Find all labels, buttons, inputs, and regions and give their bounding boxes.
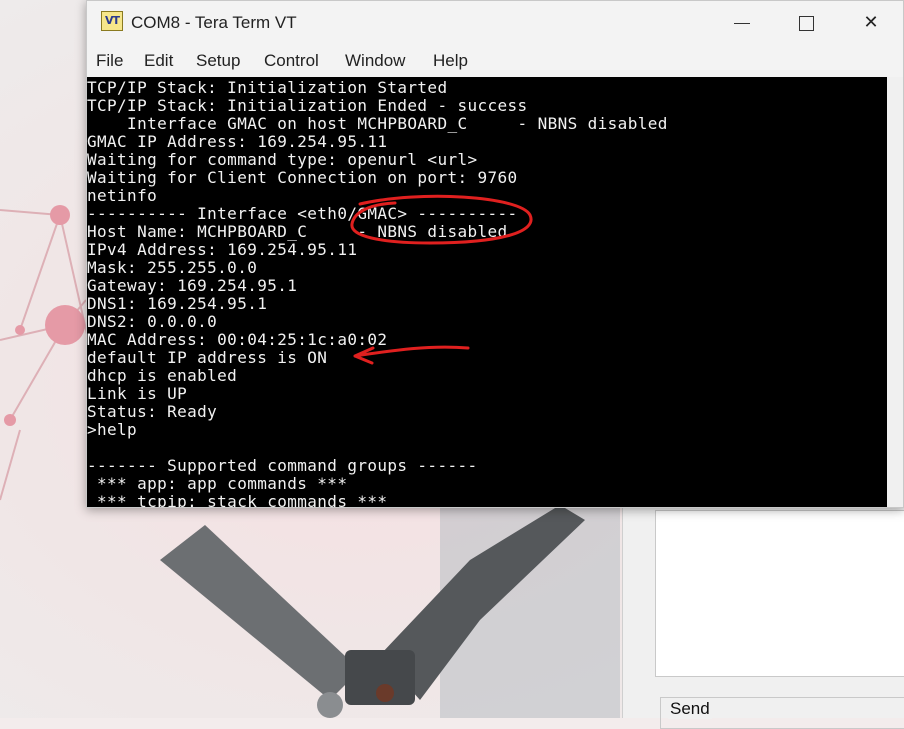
title-bar[interactable]: VT COM8 - Tera Term VT ✕	[87, 1, 903, 45]
terminal-line: *** tcpip: stack commands ***	[87, 492, 388, 507]
terminal-scrollbar[interactable]	[887, 77, 903, 507]
window-title: COM8 - Tera Term VT	[131, 13, 297, 32]
minimize-button[interactable]	[711, 1, 775, 45]
terminal-line: default IP address is ON	[87, 348, 328, 367]
close-icon: ✕	[863, 12, 879, 33]
terminal-output[interactable]: TCP/IP Stack: Initialization Started TCP/…	[87, 77, 887, 507]
menu-help[interactable]: Help	[433, 51, 468, 71]
terminal-line: netinfo	[87, 186, 158, 205]
menu-file[interactable]: File	[96, 51, 123, 71]
terminal-line: Mask: 255.255.0.0	[87, 258, 258, 277]
terminal-line: Host Name: MCHPBOARD_C - NBNS disabled	[87, 222, 508, 241]
terminal-line: Waiting for command type: openurl <url>	[87, 150, 478, 169]
terminal-line: Gateway: 169.254.95.1	[87, 276, 298, 295]
terminal-line: Waiting for Client Connection on port: 9…	[87, 168, 518, 187]
menu-setup[interactable]: Setup	[196, 51, 240, 71]
terminal-line: *** app: app commands ***	[87, 474, 348, 493]
tera-term-app-icon[interactable]: VT	[101, 11, 123, 31]
terminal-line: DNS2: 0.0.0.0	[87, 312, 218, 331]
maximize-icon	[799, 16, 814, 31]
minimize-icon	[734, 23, 750, 24]
terminal-line: GMAC IP Address: 169.254.95.11	[87, 132, 388, 151]
close-button[interactable]: ✕	[839, 1, 903, 45]
terminal-line: TCP/IP Stack: Initialization Ended - suc…	[87, 96, 528, 115]
tera-term-window: VT COM8 - Tera Term VT ✕ File Edit Setup…	[86, 0, 904, 508]
maximize-button[interactable]	[775, 1, 839, 45]
terminal-line: IPv4 Address: 169.254.95.11	[87, 240, 358, 259]
terminal-line: TCP/IP Stack: Initialization Started	[87, 78, 448, 97]
background-text-panel	[655, 510, 904, 677]
terminal-line: DNS1: 169.254.95.1	[87, 294, 268, 313]
menu-window[interactable]: Window	[345, 51, 405, 71]
terminal-line: ---------- Interface <eth0/GMAC> -------…	[87, 204, 518, 223]
terminal-line: Status: Ready	[87, 402, 218, 421]
terminal-line: >help	[87, 420, 138, 439]
terminal-line: Link is UP	[87, 384, 188, 403]
terminal-line: dhcp is enabled	[87, 366, 238, 385]
terminal-line: Interface GMAC on host MCHPBOARD_C - NBN…	[87, 114, 668, 133]
terminal-line: ------- Supported command groups ------	[87, 456, 478, 475]
menu-edit[interactable]: Edit	[144, 51, 173, 71]
terminal-lines: TCP/IP Stack: Initialization Started TCP/…	[87, 78, 668, 507]
send-label: Send	[668, 699, 712, 719]
menu-control[interactable]: Control	[264, 51, 319, 71]
terminal-line: MAC Address: 00:04:25:1c:a0:02	[87, 330, 388, 349]
menu-bar: File Edit Setup Control Window Help	[87, 45, 903, 77]
